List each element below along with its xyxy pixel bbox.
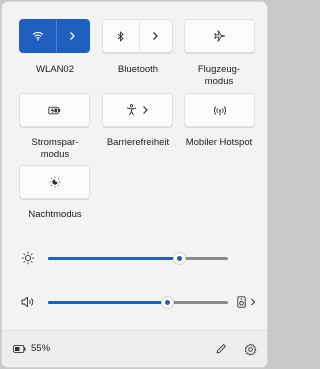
settings-button[interactable] — [242, 341, 258, 357]
volume-slider[interactable] — [48, 296, 228, 309]
bluetooth-expand-button[interactable] — [137, 20, 172, 52]
wifi-expand-button[interactable] — [54, 20, 89, 52]
hotspot-icon — [213, 105, 226, 115]
mobile-hotspot-label: Mobiler Hotspot — [185, 137, 253, 148]
accessibility-icon — [126, 104, 137, 116]
battery-saver-icon — [48, 106, 61, 114]
audio-output-button[interactable] — [237, 294, 256, 310]
brightness-icon — [20, 250, 36, 266]
chevron-right-icon — [152, 32, 158, 40]
gear-icon — [244, 343, 256, 355]
quick-settings-footer: 55% — [2, 330, 267, 367]
volume-slider-fill — [48, 301, 167, 304]
bluetooth-icon — [117, 30, 124, 42]
battery-percent: 55% — [31, 343, 51, 354]
wifi-icon — [32, 31, 44, 41]
volume-slider-row — [20, 294, 256, 310]
bluetooth-tile[interactable] — [102, 19, 173, 53]
pencil-icon — [216, 344, 226, 354]
airplane-mode-label-text: Flugzeug- modus — [197, 64, 241, 87]
wifi-tile[interactable] — [19, 19, 90, 53]
battery-saver-label-text: Stromspar- modus — [31, 137, 79, 160]
battery-saver-tile[interactable] — [19, 93, 90, 127]
chevron-right-icon — [143, 106, 148, 114]
bluetooth-toggle[interactable] — [103, 20, 139, 52]
airplane-icon — [213, 30, 225, 42]
bluetooth-label: Bluetooth — [117, 64, 159, 75]
wifi-label: WLAN02 — [35, 64, 74, 75]
battery-status[interactable]: 55% — [13, 343, 50, 354]
wifi-toggle[interactable] — [20, 20, 56, 52]
brightness-slider-thumb[interactable] — [173, 252, 187, 265]
battery-icon — [13, 344, 26, 353]
edit-quick-settings-button[interactable] — [213, 341, 229, 357]
accessibility-tile[interactable] — [102, 93, 173, 127]
brightness-slider-row — [20, 250, 256, 266]
mobile-hotspot-tile[interactable] — [184, 93, 255, 127]
chevron-right-icon — [251, 298, 256, 306]
volume-slider-thumb[interactable] — [160, 296, 174, 309]
night-light-icon — [49, 176, 60, 188]
night-light-tile[interactable] — [19, 165, 90, 199]
audio-output-icon — [237, 296, 246, 308]
night-light-label: Nachtmodus — [28, 209, 82, 220]
battery-saver-label: Stromspar- modus — [10, 137, 100, 161]
speaker-icon[interactable] — [20, 294, 36, 310]
airplane-mode-label: Flugzeug- modus — [174, 64, 264, 88]
airplane-mode-tile[interactable] — [184, 19, 255, 53]
brightness-slider-fill — [48, 257, 180, 260]
brightness-slider[interactable] — [48, 252, 228, 265]
chevron-right-icon — [69, 32, 75, 40]
accessibility-label: Barrierefreiheit — [106, 137, 170, 148]
quick-settings-panel: WLAN02 Bluetooth Flugzeug- modus Stromsp… — [1, 1, 268, 368]
